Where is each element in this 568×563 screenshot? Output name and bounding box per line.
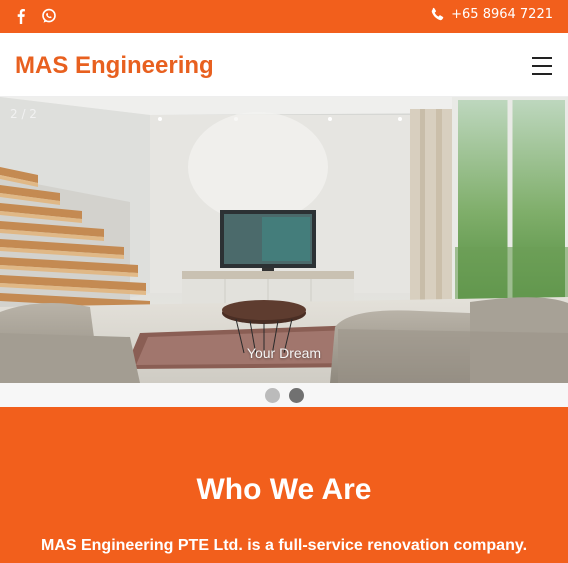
about-section: Who We Are MAS Engineering PTE Ltd. is a… [0, 407, 568, 563]
top-bar: +65 8964 7221 [0, 0, 568, 33]
phone-contact[interactable]: +65 8964 7221 [430, 7, 553, 22]
phone-number[interactable]: +65 8964 7221 [451, 7, 553, 22]
facebook-icon[interactable] [12, 7, 30, 25]
whatsapp-icon[interactable] [40, 7, 58, 25]
hamburger-menu-icon[interactable] [532, 57, 552, 75]
section-title: Who We Are [196, 473, 372, 506]
slide-counter: 2 / 2 [10, 107, 37, 121]
slide-caption: Your Dream [246, 345, 322, 361]
slide-dot-2[interactable] [288, 387, 304, 403]
menu-line [532, 73, 552, 75]
living-room-photo [0, 97, 568, 383]
social-links [12, 7, 58, 25]
hero-slideshow[interactable]: 2 / 2 Your Dream [0, 97, 568, 383]
menu-line [532, 57, 552, 59]
phone-icon [431, 7, 444, 21]
slide-indicators [0, 383, 568, 407]
about-text: MAS Engineering PTE Ltd. is a full-servi… [40, 537, 528, 563]
brand-logo-text[interactable]: MAS Engineering [15, 52, 214, 80]
menu-line [532, 65, 552, 67]
slide-dot-1[interactable] [264, 387, 280, 403]
navbar: MAS Engineering [0, 33, 568, 97]
